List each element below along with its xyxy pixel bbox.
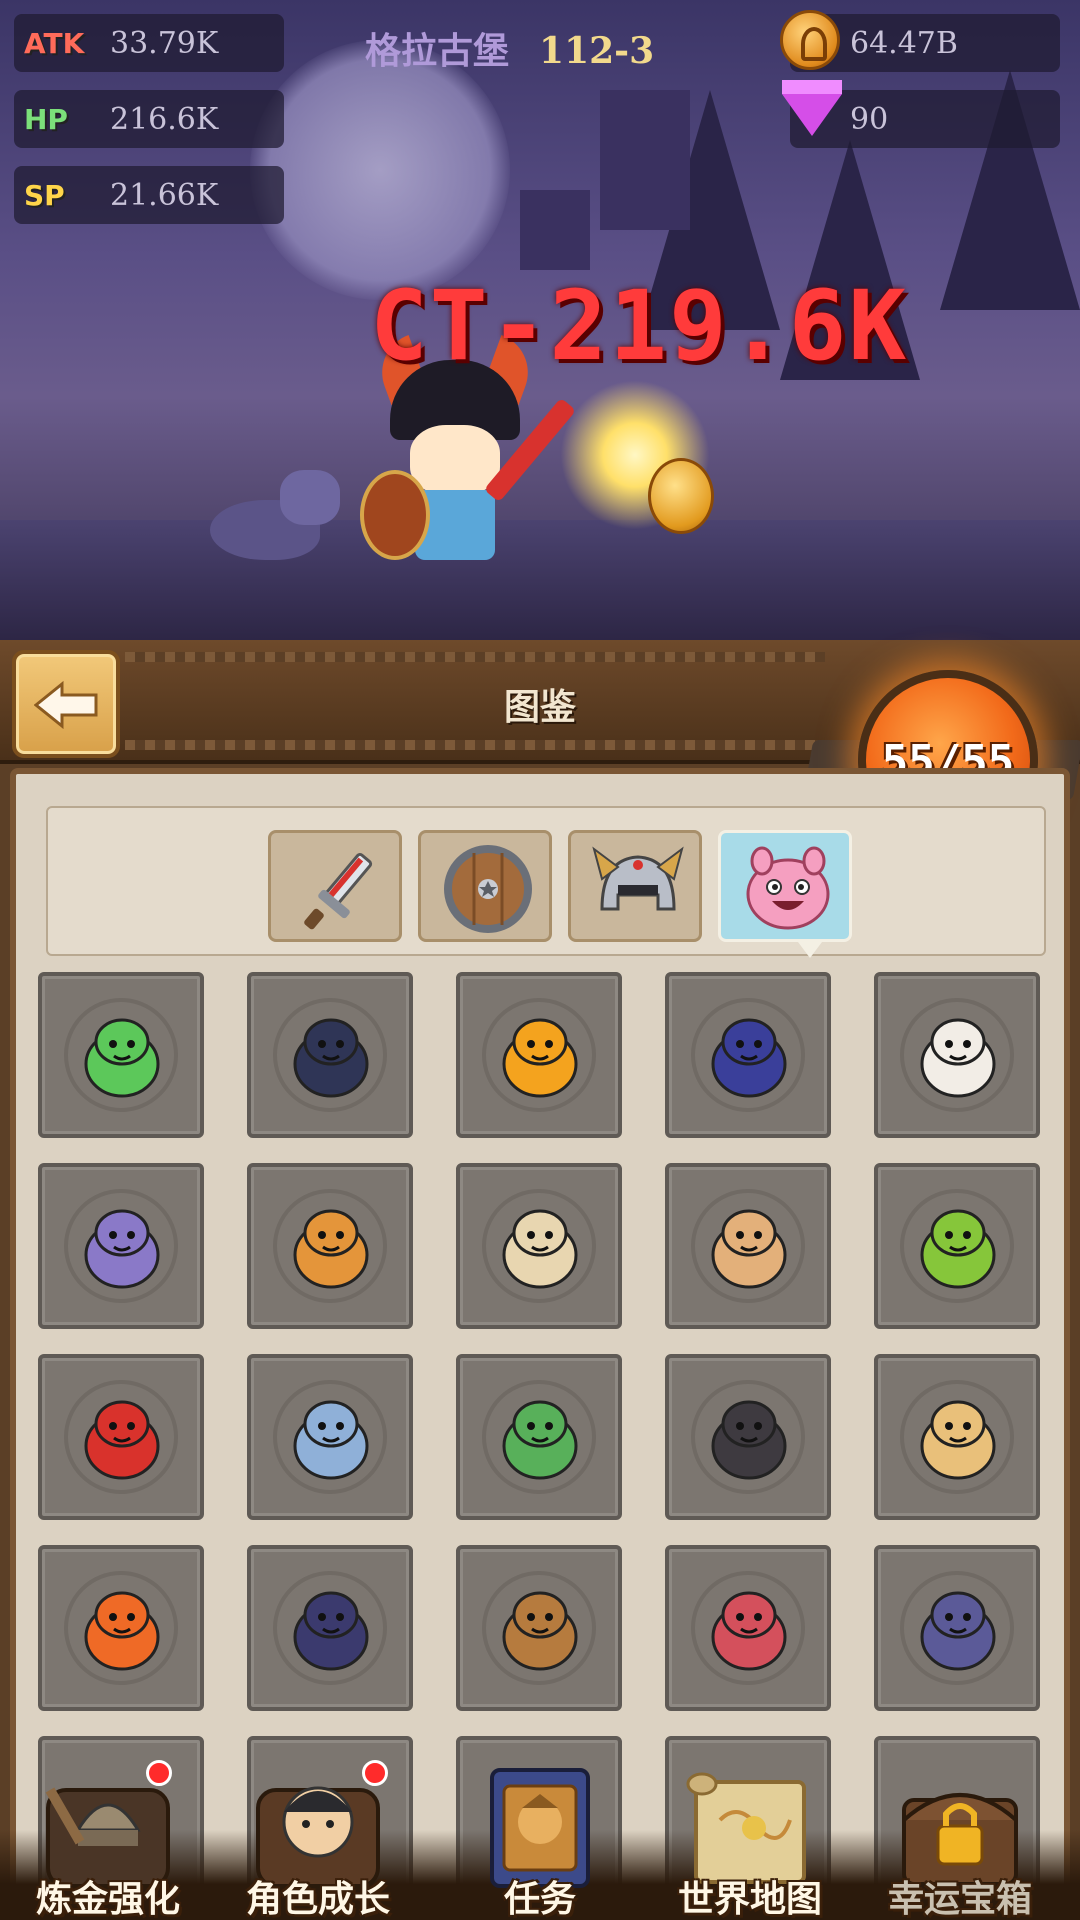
tab-helmets[interactable] xyxy=(568,830,702,942)
monster-card[interactable] xyxy=(874,1545,1040,1711)
damage-number: CT-219.6K xyxy=(370,270,909,382)
tab-weapons[interactable] xyxy=(268,830,402,942)
stat-sp-value: 21.66K xyxy=(110,177,219,213)
vulture-icon xyxy=(711,1400,787,1480)
monster-card[interactable] xyxy=(247,972,413,1138)
nav-quests-label: 任务 xyxy=(503,1879,576,1920)
nav-alchemy-badge xyxy=(146,1760,172,1786)
stat-hp: HP 216.6K xyxy=(14,90,284,148)
nav-world-map-label: 世界地图 xyxy=(677,1879,822,1920)
gem-value: 90 xyxy=(850,101,889,137)
monster-card[interactable] xyxy=(38,972,204,1138)
stage-level: 112-3 xyxy=(539,30,655,72)
active-tab-pointer xyxy=(798,942,822,958)
tab-monsters[interactable] xyxy=(718,830,852,942)
gem-icon xyxy=(782,80,842,136)
back-button[interactable] xyxy=(12,650,120,758)
coin-icon xyxy=(780,10,840,70)
bottom-navigation: 炼金强化 角色成长 任务 世界地图 幸运宝箱 xyxy=(0,1720,1080,1920)
coin-counter[interactable]: 64.47B xyxy=(780,10,1060,72)
chameleon-icon xyxy=(502,1400,578,1480)
battle-scene: ATK 33.79K HP 216.6K SP 21.66K 格拉古堡 112-3… xyxy=(0,0,1080,640)
bat-icon xyxy=(293,1591,369,1671)
monster-card[interactable] xyxy=(665,1354,831,1520)
stage-info: 格拉古堡 112-3 xyxy=(365,22,654,74)
stat-sp-label: SP xyxy=(24,178,65,212)
haunted-house xyxy=(600,90,690,230)
dark-slime-icon xyxy=(293,1018,369,1098)
owl-icon xyxy=(711,1018,787,1098)
monkey-icon xyxy=(711,1209,787,1289)
monster-card[interactable] xyxy=(874,972,1040,1138)
gem-counter[interactable]: 90 xyxy=(782,80,1060,148)
green-slime-icon xyxy=(84,1018,160,1098)
nav-character-growth-label: 角色成长 xyxy=(245,1879,390,1920)
shield-icon xyxy=(444,845,532,933)
monster-card[interactable] xyxy=(38,1354,204,1520)
monster-card[interactable] xyxy=(247,1354,413,1520)
coin-value: 64.47B xyxy=(850,25,958,61)
stat-hp-value: 216.6K xyxy=(110,101,219,137)
nav-world-map[interactable]: 世界地图 xyxy=(660,1760,840,1920)
nav-character-growth[interactable]: 角色成长 xyxy=(228,1760,408,1920)
enemy-wolf xyxy=(200,460,340,580)
stage-name: 格拉古堡 xyxy=(365,30,510,72)
pug-icon xyxy=(502,1209,578,1289)
piranha-plant-icon xyxy=(711,1591,787,1671)
category-tabs xyxy=(46,806,1046,958)
moon xyxy=(250,40,510,300)
fire-slime-icon xyxy=(502,1018,578,1098)
monster-card[interactable] xyxy=(456,1545,622,1711)
nav-alchemy[interactable]: 炼金强化 xyxy=(18,1760,198,1920)
parrot-icon xyxy=(84,1400,160,1480)
panel-title: 图鉴 xyxy=(503,687,576,728)
nav-quests[interactable]: 任务 xyxy=(450,1760,630,1920)
haunted-house xyxy=(520,190,590,270)
nav-lucky-chest[interactable]: 幸运宝箱 xyxy=(870,1760,1050,1920)
nav-lucky-chest-label: 幸运宝箱 xyxy=(887,1879,1032,1920)
monster-card[interactable] xyxy=(456,1354,622,1520)
wolf-icon xyxy=(920,1591,996,1671)
tab-shields[interactable] xyxy=(418,830,552,942)
back-arrow-icon xyxy=(34,680,98,730)
nav-alchemy-label: 炼金强化 xyxy=(35,1879,180,1920)
nav-character-growth-badge xyxy=(362,1760,388,1786)
monster-card[interactable] xyxy=(456,1163,622,1329)
shiba-dog-icon xyxy=(293,1209,369,1289)
stat-atk: ATK 33.79K xyxy=(14,14,284,72)
monster-card[interactable] xyxy=(665,972,831,1138)
snake-icon xyxy=(920,1400,996,1480)
monster-card[interactable] xyxy=(247,1163,413,1329)
monster-card[interactable] xyxy=(874,1354,1040,1520)
stat-sp: SP 21.66K xyxy=(14,166,284,224)
monster-card[interactable] xyxy=(665,1545,831,1711)
stat-hp-label: HP xyxy=(24,102,68,136)
armored-mole-icon xyxy=(293,1400,369,1480)
monster-card[interactable] xyxy=(38,1545,204,1711)
dropped-coin-icon xyxy=(648,458,714,534)
helmet-icon xyxy=(592,846,684,911)
alpaca-icon xyxy=(920,1018,996,1098)
stat-atk-label: ATK xyxy=(24,26,85,60)
sword-icon xyxy=(304,852,373,930)
monster-card[interactable] xyxy=(456,972,622,1138)
snail-icon xyxy=(84,1209,160,1289)
cactus-icon xyxy=(920,1209,996,1289)
pink-monster-icon xyxy=(746,846,830,930)
monster-card[interactable] xyxy=(38,1163,204,1329)
graveyard-ground xyxy=(0,520,1080,640)
fox-icon xyxy=(84,1591,160,1671)
monster-card[interactable] xyxy=(247,1545,413,1711)
monster-card[interactable] xyxy=(665,1163,831,1329)
monster-card[interactable] xyxy=(874,1163,1040,1329)
stat-atk-value: 33.79K xyxy=(110,25,219,61)
scarecrow-icon xyxy=(502,1591,578,1671)
